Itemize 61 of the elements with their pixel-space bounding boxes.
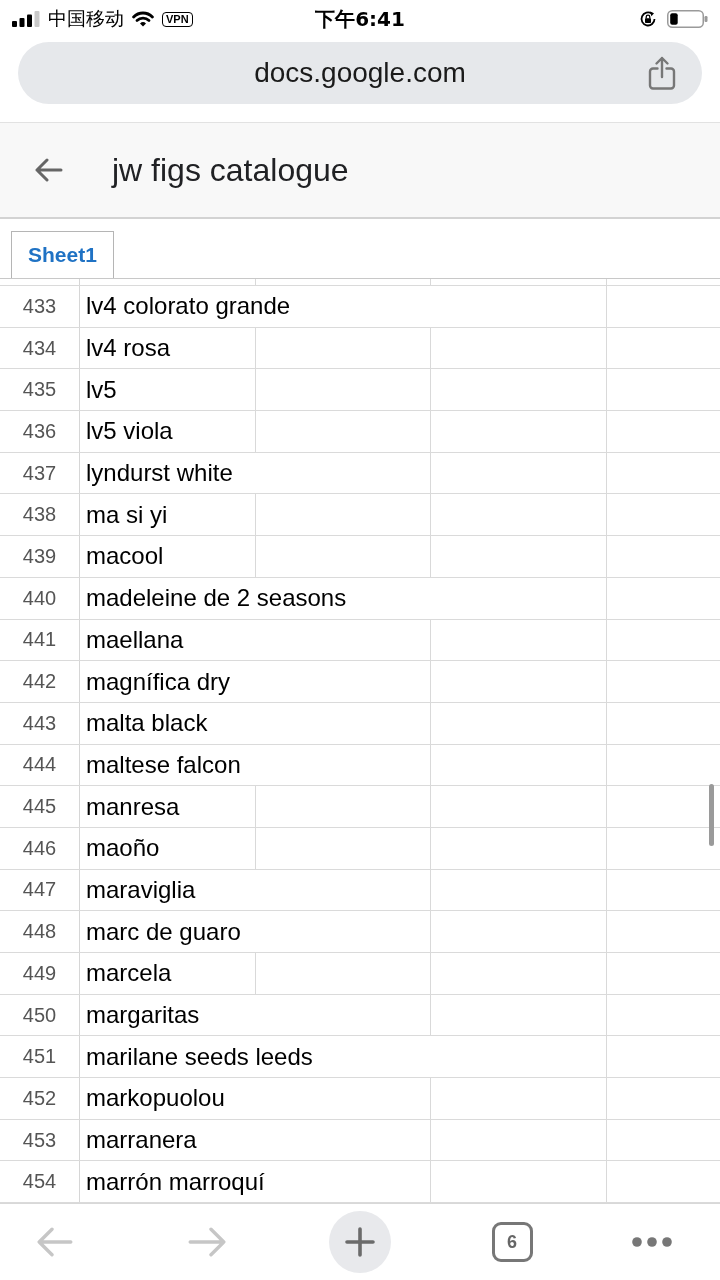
table-cell: macool <box>80 536 256 577</box>
status-time: 下午6:41 <box>315 5 405 33</box>
table-cell: maraviglia <box>80 869 431 911</box>
row-number: 450 <box>0 994 80 1036</box>
table-cell: margaritas <box>80 994 431 1036</box>
row-number: 438 <box>0 494 80 536</box>
wifi-icon <box>132 11 154 27</box>
signal-icon <box>12 11 40 27</box>
battery-icon <box>667 10 708 28</box>
table-cell: marilane seeds leeds <box>80 1036 607 1078</box>
row-number: 433 <box>0 286 80 327</box>
table-cell: manresa <box>80 786 256 827</box>
table-cell: markopuolou <box>80 1078 431 1119</box>
row-number: 448 <box>0 911 80 952</box>
table-cell: lv4 colorato grande <box>80 286 607 327</box>
table-cell: lv4 rosa <box>80 327 256 369</box>
row-number: 451 <box>0 1036 80 1078</box>
back-arrow-icon[interactable] <box>35 158 63 182</box>
table-cell: marrón marroquí <box>80 1161 431 1203</box>
row-number: 439 <box>0 536 80 577</box>
row-number: 436 <box>0 411 80 452</box>
more-icon[interactable] <box>632 1237 672 1247</box>
row-number: 452 <box>0 1078 80 1119</box>
sheet-tab[interactable]: Sheet1 <box>11 231 114 278</box>
table-cell: marc de guaro <box>80 911 431 952</box>
row-number: 444 <box>0 744 80 786</box>
row-number: 443 <box>0 702 80 744</box>
url-text: docs.google.com <box>254 57 466 89</box>
row-number: 446 <box>0 827 80 869</box>
row-number: 454 <box>0 1161 80 1203</box>
plus-icon <box>345 1227 375 1257</box>
carrier-name: 中国移动 <box>48 6 124 31</box>
table-cell: lv5 <box>80 369 256 411</box>
scroll-indicator <box>709 784 714 846</box>
vpn-indicator: VPN <box>162 11 193 27</box>
row-number: 447 <box>0 869 80 911</box>
row-number: 449 <box>0 953 80 994</box>
table-cell: marranera <box>80 1119 431 1161</box>
table-cell: magnífica dry <box>80 661 431 702</box>
share-icon[interactable] <box>648 56 676 90</box>
table-cell: maoño <box>80 827 256 869</box>
row-number: 453 <box>0 1119 80 1161</box>
row-number: 445 <box>0 786 80 827</box>
row-number: 440 <box>0 577 80 619</box>
table-cell: maltese falcon <box>80 744 431 786</box>
table-cell: ma si yi <box>80 494 256 536</box>
address-bar[interactable]: docs.google.com <box>18 42 702 104</box>
table-cell: lv5 viola <box>80 411 256 452</box>
table-cell: marcela <box>80 953 256 994</box>
table-cell: madeleine de 2 seasons <box>80 577 607 619</box>
row-number: 441 <box>0 619 80 661</box>
table-cell: maellana <box>80 619 431 661</box>
row-number: 435 <box>0 369 80 411</box>
tabs-button[interactable]: 6 <box>491 1222 533 1262</box>
table-cell: malta black <box>80 702 431 744</box>
row-number: 437 <box>0 452 80 494</box>
rotation-lock-icon <box>639 10 657 28</box>
document-title: jw figs catalogue <box>112 151 349 189</box>
row-number: 434 <box>0 327 80 369</box>
table-cell: lyndurst white <box>80 452 431 494</box>
row-number: 442 <box>0 661 80 702</box>
